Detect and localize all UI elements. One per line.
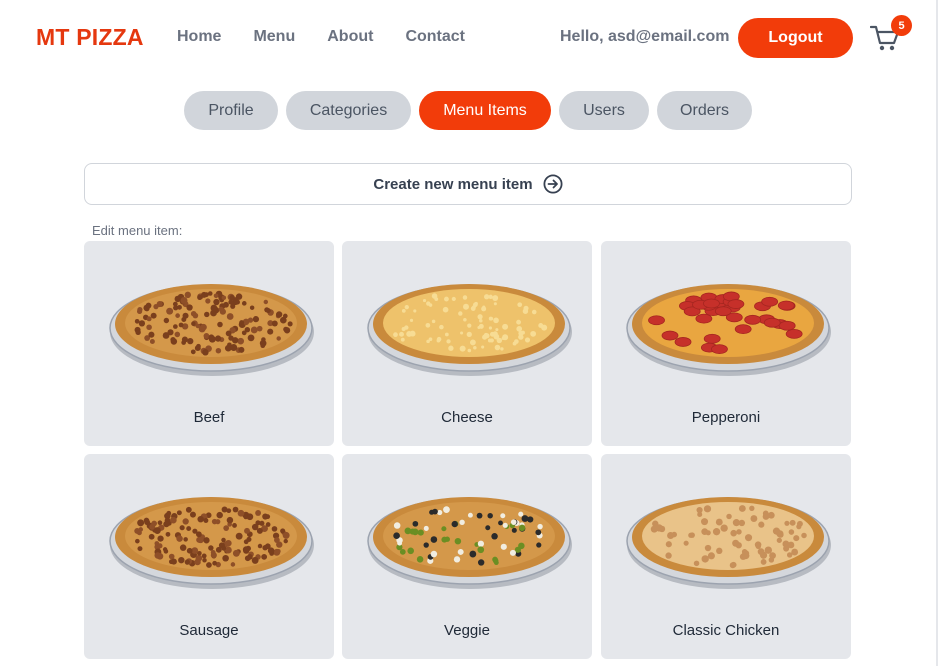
- tab-menu-items[interactable]: Menu Items: [419, 91, 551, 130]
- nav-contact[interactable]: Contact: [405, 28, 465, 46]
- tab-profile[interactable]: Profile: [184, 91, 278, 130]
- arrow-right-circle-icon: [543, 174, 563, 194]
- pizza-image: [367, 284, 572, 376]
- nav-about[interactable]: About: [327, 28, 373, 46]
- menu-item-name: Sausage: [179, 622, 239, 639]
- menu-item-card[interactable]: Cheese: [342, 241, 592, 446]
- user-greeting: Hello, asd@email.com: [560, 28, 730, 45]
- main-nav: Home Menu About Contact: [177, 28, 497, 46]
- create-menu-item-button[interactable]: Create new menu item: [84, 163, 852, 205]
- menu-item-card[interactable]: Pepperoni: [601, 241, 851, 446]
- tab-orders[interactable]: Orders: [657, 91, 752, 130]
- page: MT PIZZA Home Menu About Contact Hello, …: [0, 0, 938, 666]
- menu-item-name: Veggie: [444, 622, 490, 639]
- pizza-image: [626, 497, 831, 589]
- nav-menu[interactable]: Menu: [253, 28, 295, 46]
- cart-count-badge: 5: [891, 15, 912, 36]
- menu-item-card[interactable]: Veggie: [342, 454, 592, 659]
- create-menu-item-label: Create new menu item: [373, 175, 533, 193]
- tab-users[interactable]: Users: [559, 91, 649, 130]
- menu-item-card[interactable]: Beef: [84, 241, 334, 446]
- pizza-image: [109, 284, 314, 376]
- pizza-image: [626, 284, 831, 376]
- header: MT PIZZA Home Menu About Contact Hello, …: [0, 0, 938, 76]
- menu-item-card[interactable]: Classic Chicken: [601, 454, 851, 659]
- logo[interactable]: MT PIZZA: [36, 24, 144, 51]
- menu-item-name: Classic Chicken: [672, 622, 780, 639]
- pizza-image: [367, 497, 572, 589]
- menu-item-name: Cheese: [441, 409, 493, 426]
- logout-button[interactable]: Logout: [738, 18, 853, 58]
- nav-home[interactable]: Home: [177, 28, 221, 46]
- menu-item-name: Pepperoni: [691, 409, 761, 426]
- menu-item-card[interactable]: Sausage: [84, 454, 334, 659]
- pizza-image: [109, 497, 314, 589]
- admin-tabs: Profile Categories Menu Items Users Orde…: [184, 91, 760, 130]
- tab-categories[interactable]: Categories: [286, 91, 411, 130]
- edit-menu-item-heading: Edit menu item:: [92, 223, 183, 238]
- menu-item-name: Beef: [193, 409, 225, 426]
